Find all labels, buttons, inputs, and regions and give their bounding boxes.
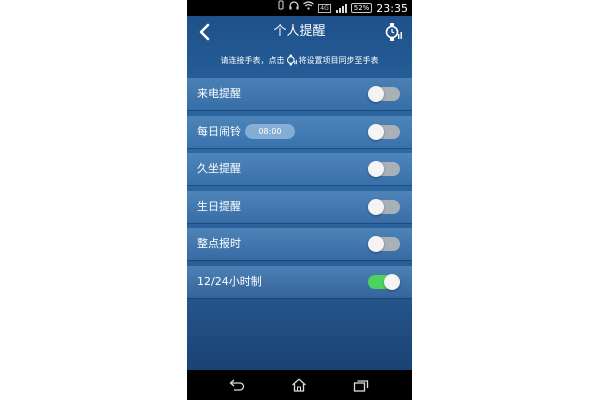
watch-sync-icon (286, 54, 297, 66)
page-title: 个人提醒 (273, 24, 326, 39)
toggle-knob (384, 273, 400, 290)
home-icon (292, 378, 306, 392)
network-type-label: 4G (318, 3, 331, 13)
recent-apps-icon (353, 379, 369, 392)
call-reminder-toggle[interactable] (368, 86, 400, 102)
toggle-knob (368, 236, 384, 252)
birthday-reminder-toggle[interactable] (368, 198, 400, 215)
setting-label: 12/24小时制 (197, 274, 262, 288)
toggle-knob (368, 161, 384, 177)
setting-label: 整点报时 (197, 237, 241, 250)
phone-screen: 4G 52% 23:35 个人提醒 请连接手表，点击 将设置项目同步至手表 来电… (187, 0, 412, 400)
navigation-bar (187, 370, 412, 400)
status-bar: 4G 52% 23:35 (187, 0, 412, 16)
back-button[interactable] (193, 20, 217, 44)
setting-label: 久坐提醒 (197, 162, 241, 175)
time-format-toggle[interactable] (368, 273, 400, 290)
vibrate-icon (277, 0, 285, 16)
hourly-chime-toggle[interactable] (368, 236, 400, 252)
wifi-icon (303, 0, 315, 16)
battery-indicator: 52% (350, 3, 373, 13)
alarm-time-button[interactable]: 08:00 (245, 123, 295, 139)
hint-prefix: 请连接手表，点击 (220, 55, 285, 65)
setting-row-call-reminder: 来电提醒 (187, 78, 412, 110)
toggle-knob (368, 86, 384, 102)
setting-label: 每日闹铃 (197, 124, 241, 138)
setting-row-birthday-reminder: 生日提醒 (187, 190, 412, 223)
nav-back-button[interactable] (227, 375, 247, 395)
header: 个人提醒 (187, 16, 412, 48)
setting-label: 生日提醒 (197, 199, 241, 213)
sync-button[interactable] (382, 20, 406, 44)
setting-row-hourly-chime: 整点报时 (187, 228, 412, 260)
sedentary-reminder-toggle[interactable] (368, 161, 400, 177)
back-arrow-icon (229, 379, 245, 391)
settings-list: 来电提醒 每日闹铃 08:00 久坐提醒 生日提醒 整点报时 12/24小时制 (187, 78, 412, 303)
headset-icon (289, 0, 299, 16)
hint-suffix: 将设置项目同步至手表 (298, 55, 379, 65)
setting-label: 来电提醒 (197, 87, 241, 100)
daily-alarm-toggle[interactable] (368, 123, 400, 140)
sync-hint: 请连接手表，点击 将设置项目同步至手表 (187, 50, 412, 70)
nav-home-button[interactable] (289, 375, 309, 395)
nav-recent-apps-button[interactable] (351, 375, 371, 395)
chevron-left-icon (199, 23, 210, 41)
watch-sync-icon (385, 23, 402, 41)
signal-icon (335, 3, 347, 13)
setting-row-sedentary-reminder: 久坐提醒 (187, 153, 412, 185)
toggle-knob (368, 123, 384, 140)
status-time: 23:35 (376, 1, 408, 15)
setting-row-daily-alarm: 每日闹铃 08:00 (187, 115, 412, 148)
setting-row-time-format: 12/24小时制 (187, 265, 412, 298)
toggle-knob (368, 198, 384, 215)
